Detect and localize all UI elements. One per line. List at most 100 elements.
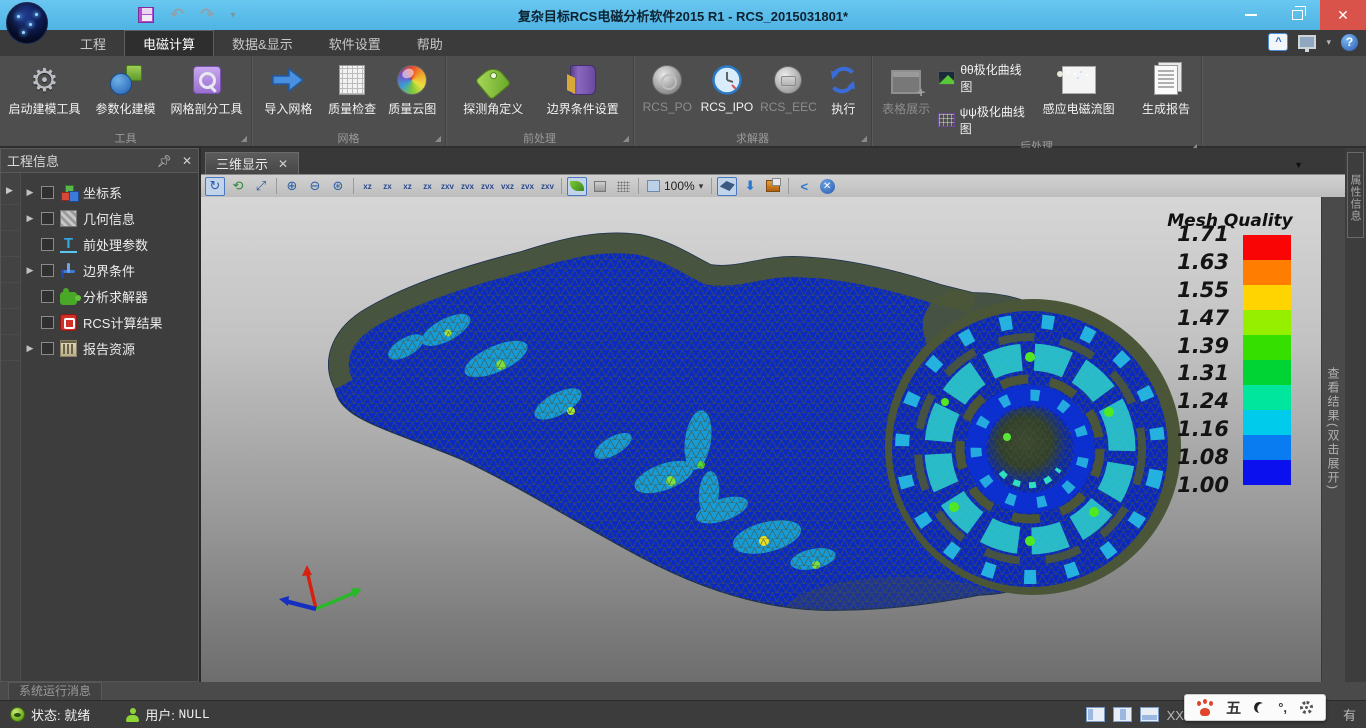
clear-view-icon[interactable]: ✕ bbox=[817, 177, 837, 196]
ime-settings-icon[interactable] bbox=[1300, 701, 1313, 714]
boundary-cond-button[interactable]: 边界条件设置 bbox=[539, 60, 627, 117]
mesh-model[interactable] bbox=[201, 197, 1321, 682]
vector-icon[interactable]: < bbox=[794, 177, 814, 196]
tree-item-coordinate-system[interactable]: ▶ 坐标系 bbox=[21, 179, 198, 205]
rcs-eec-button[interactable]: RCS_EEC bbox=[759, 60, 817, 114]
tab-project[interactable]: 工程 bbox=[62, 30, 124, 56]
zoom-out-icon[interactable]: ⊖ bbox=[305, 177, 325, 196]
tab-3d-display[interactable]: 三维显示 ✕ bbox=[205, 152, 299, 174]
wireframe-mode-icon[interactable] bbox=[613, 177, 633, 196]
3d-canvas[interactable]: Mesh Quality 1.71 1.63 1.55 1.47 1.39 1.… bbox=[201, 197, 1321, 682]
minimize-button[interactable] bbox=[1228, 0, 1274, 30]
close-button[interactable]: ✕ bbox=[1320, 0, 1366, 30]
em-current-map-button[interactable]: 感应电磁流图 bbox=[1033, 60, 1124, 117]
snapshot-icon[interactable] bbox=[763, 177, 783, 196]
dialog-launcher-icon[interactable]: ◢ bbox=[435, 134, 441, 143]
display-dropdown-icon[interactable]: ▾ bbox=[1326, 37, 1331, 48]
view-button-2[interactable]: xz bbox=[399, 177, 416, 196]
ime-toolbar[interactable]: 五 °, bbox=[1184, 694, 1326, 721]
mesh-tool-button[interactable]: 网格剖分工具 bbox=[168, 60, 245, 117]
dialog-launcher-icon[interactable]: ◢ bbox=[623, 134, 629, 143]
rcs-ipo-button[interactable]: RCS_IPO bbox=[699, 60, 756, 114]
view-button-6[interactable]: zvx bbox=[479, 177, 496, 196]
tree-item-report-resources[interactable]: ▶ 报告资源 bbox=[21, 335, 198, 361]
zoom-fit-icon[interactable]: ⊛ bbox=[328, 177, 348, 196]
ime-logo-icon[interactable] bbox=[1197, 700, 1213, 716]
system-message-tab[interactable]: 系统运行消息 bbox=[8, 682, 102, 700]
tab-help[interactable]: 帮助 bbox=[399, 30, 461, 56]
view-button-7[interactable]: vxz bbox=[499, 177, 516, 196]
layout-left-icon[interactable] bbox=[1086, 707, 1105, 722]
view-button-8[interactable]: zvx bbox=[519, 177, 536, 196]
checkbox[interactable] bbox=[41, 264, 54, 277]
table-show-button[interactable]: 表格展示 bbox=[878, 60, 934, 117]
param-modeling-button[interactable]: 参数化建模 bbox=[87, 60, 164, 117]
tree-item-preprocess-params[interactable]: T 前处理参数 bbox=[21, 231, 198, 257]
tab-data-display[interactable]: 数据&显示 bbox=[214, 30, 311, 56]
quality-check-button[interactable]: 质量检查 bbox=[323, 60, 382, 117]
dialog-launcher-icon[interactable]: ◢ bbox=[861, 134, 867, 143]
shaded-mode-icon[interactable] bbox=[567, 177, 587, 196]
view-button-0[interactable]: xz bbox=[359, 177, 376, 196]
ribbon-collapse-button[interactable]: ^ bbox=[1268, 33, 1288, 51]
redo-icon[interactable]: ↷ bbox=[200, 7, 214, 23]
checkbox[interactable] bbox=[41, 212, 54, 225]
ime-punct[interactable]: °, bbox=[1278, 700, 1287, 715]
rcs-po-button[interactable]: RCS_PO bbox=[640, 60, 695, 114]
view-button-5[interactable]: zvx bbox=[459, 177, 476, 196]
tree-item-solver[interactable]: 分析求解器 bbox=[21, 283, 198, 309]
tab-properties[interactable]: 属性信息 bbox=[1347, 152, 1364, 238]
import-mesh-button[interactable]: 导入网格 bbox=[258, 60, 319, 117]
launch-modeler-button[interactable]: ⚙ 启动建模工具 bbox=[6, 60, 83, 117]
save-icon[interactable] bbox=[138, 7, 154, 23]
pin-icon[interactable]: 📌︎ bbox=[157, 154, 172, 168]
rotate-tool-icon[interactable]: ↻ bbox=[205, 177, 225, 196]
import-view-icon[interactable]: ⬇ bbox=[740, 177, 760, 196]
execute-button[interactable]: 执行 bbox=[822, 60, 865, 117]
tree-root-expander[interactable]: ▶ bbox=[6, 185, 13, 196]
theta-curve-button[interactable]: θθ极化曲线图 bbox=[938, 61, 1029, 95]
model-view-icon[interactable] bbox=[717, 177, 737, 196]
panel-close-icon[interactable]: ✕ bbox=[182, 154, 192, 168]
tab-view-results[interactable]: 查看结果(双击展开) bbox=[1325, 367, 1342, 491]
checkbox[interactable] bbox=[41, 342, 54, 355]
zoom-in-icon[interactable]: ⊕ bbox=[282, 177, 302, 196]
tab-close-icon[interactable]: ✕ bbox=[278, 157, 288, 171]
quality-cloud-button[interactable]: 质量云图 bbox=[386, 60, 439, 117]
tree-item-rcs-results[interactable]: RCS计算结果 bbox=[21, 309, 198, 335]
view-button-1[interactable]: zx bbox=[379, 177, 396, 196]
gen-report-button[interactable]: 生成报告 bbox=[1137, 60, 1195, 117]
pan-tool-icon[interactable]: ⤢ bbox=[251, 177, 271, 196]
orbit-tool-icon[interactable]: ⟲ bbox=[228, 177, 248, 196]
tree-item-geometry-info[interactable]: ▶ 几何信息 bbox=[21, 205, 198, 231]
dialog-launcher-icon[interactable]: ◢ bbox=[241, 134, 247, 143]
checkbox[interactable] bbox=[41, 290, 54, 303]
checkbox[interactable] bbox=[41, 186, 54, 199]
expander-icon[interactable]: ▶ bbox=[25, 265, 35, 276]
display-mode-icon[interactable] bbox=[1298, 35, 1316, 49]
layout-bottom-icon[interactable] bbox=[1140, 707, 1159, 722]
tab-em-compute[interactable]: 电磁计算 bbox=[124, 30, 214, 56]
undo-icon[interactable]: ↶ bbox=[170, 7, 184, 23]
view-button-3[interactable]: zx bbox=[419, 177, 436, 196]
expander-icon[interactable]: ▶ bbox=[25, 343, 35, 354]
restore-button[interactable] bbox=[1274, 0, 1320, 30]
tab-settings[interactable]: 软件设置 bbox=[311, 30, 399, 56]
app-logo-icon[interactable] bbox=[6, 2, 48, 44]
view-button-9[interactable]: zxv bbox=[539, 177, 556, 196]
zoom-level-select[interactable]: 100% ▾ bbox=[644, 179, 706, 193]
expander-icon[interactable]: ▶ bbox=[25, 187, 35, 198]
view-button-4[interactable]: zxv bbox=[439, 177, 456, 196]
checkbox[interactable] bbox=[41, 316, 54, 329]
psi-curve-button[interactable]: ψψ极化曲线图 bbox=[938, 103, 1029, 137]
qat-dropdown-icon[interactable]: ▾ bbox=[231, 10, 236, 21]
checkbox[interactable] bbox=[41, 238, 54, 251]
probe-angle-button[interactable]: 探测角定义 bbox=[452, 60, 535, 117]
ime-moon-icon[interactable] bbox=[1253, 700, 1267, 714]
expander-icon[interactable]: ▶ bbox=[25, 213, 35, 224]
ime-scheme[interactable]: 五 bbox=[1226, 697, 1241, 718]
layout-mid-icon[interactable] bbox=[1113, 707, 1132, 722]
help-icon[interactable]: ? bbox=[1341, 34, 1358, 51]
tab-list-dropdown-icon[interactable]: ▼ bbox=[1294, 160, 1303, 170]
flat-mode-icon[interactable] bbox=[590, 177, 610, 196]
